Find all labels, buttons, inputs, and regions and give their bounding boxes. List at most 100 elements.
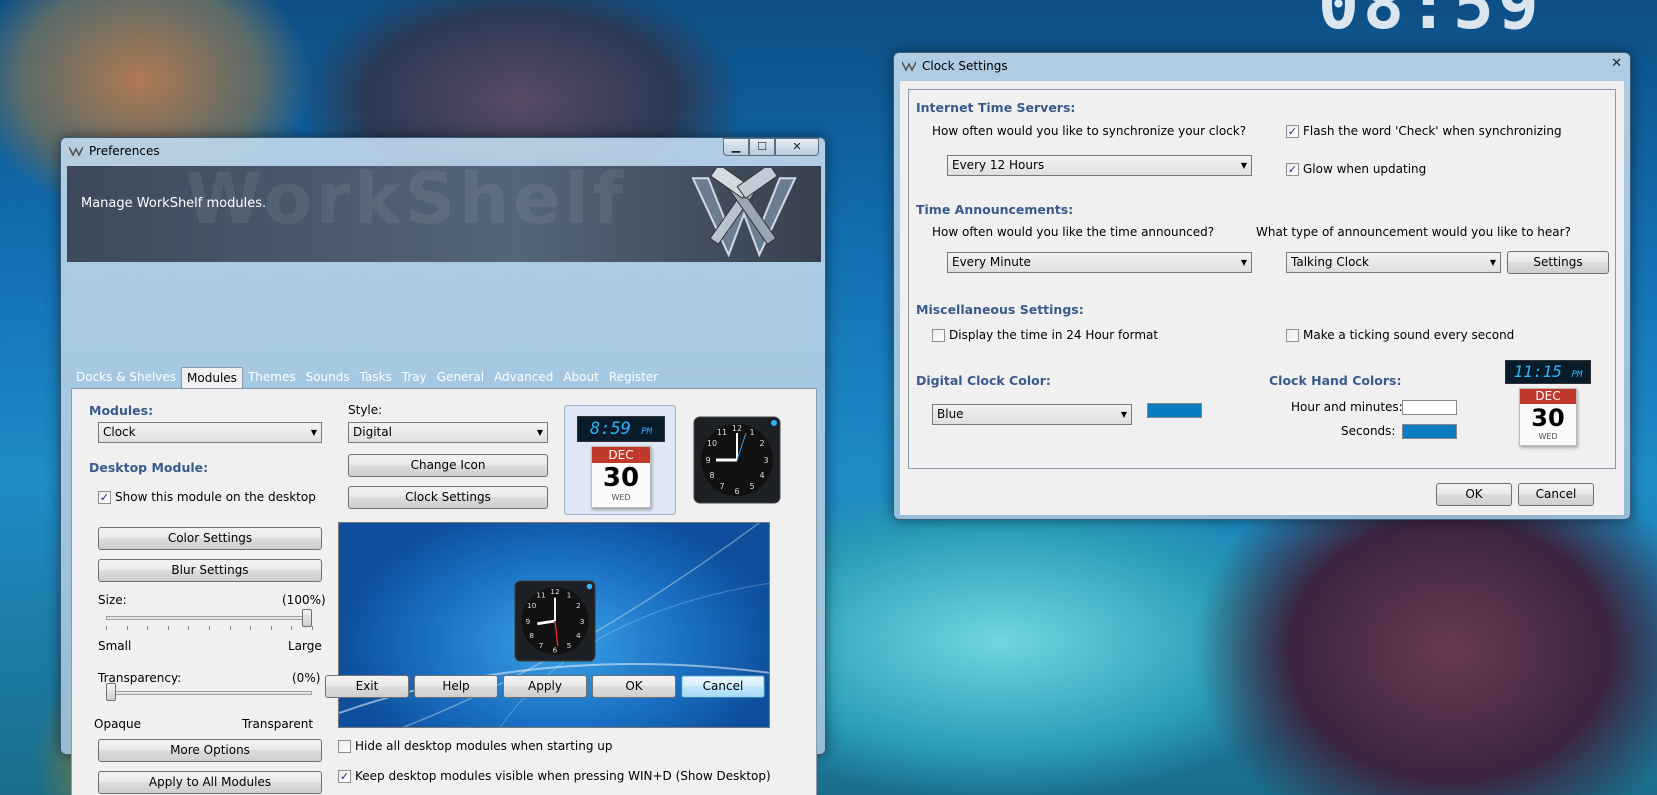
size-slider-track[interactable] <box>106 616 312 620</box>
help-button[interactable]: Help <box>414 675 498 698</box>
announce-type-select[interactable]: Talking Clock ▼ <box>1286 252 1501 273</box>
more-options-button[interactable]: More Options <box>98 739 322 762</box>
clock-cancel-button[interactable]: Cancel <box>1518 483 1594 506</box>
transparency-slider-thumb[interactable] <box>106 683 116 701</box>
tab-modules[interactable]: Modules <box>181 367 243 389</box>
digital-clock-color-heading: Digital Clock Color: <box>916 373 1051 388</box>
apply-button[interactable]: Apply <box>503 675 587 698</box>
color-settings-button[interactable]: Color Settings <box>98 527 322 550</box>
hour-minutes-label: Hour and minutes: <box>1291 400 1403 414</box>
clock-hand-colors-heading: Clock Hand Colors: <box>1269 373 1402 388</box>
seconds-swatch[interactable] <box>1402 424 1457 439</box>
svg-text:7: 7 <box>539 641 544 650</box>
flash-check-checkbox[interactable]: ✓ Flash the word 'Check' when synchronizi… <box>1286 124 1562 138</box>
calendar-day: 30 <box>602 463 640 493</box>
preferences-header: WorkShelf Manage WorkShelf modules. <box>67 166 821 262</box>
modules-panel: Modules: Clock ▼ Desktop Module: ✓ Show th… <box>71 388 817 795</box>
tab-docks-shelves[interactable]: Docks & Shelves <box>71 367 181 388</box>
blur-settings-button[interactable]: Blur Settings <box>98 559 322 582</box>
tab-register[interactable]: Register <box>604 367 663 388</box>
transparency-slider-track[interactable] <box>106 691 312 695</box>
digital-color-swatch[interactable] <box>1147 403 1202 418</box>
announce-frequency-value: Every Minute <box>952 255 1031 269</box>
maximize-button[interactable]: ☐ <box>749 138 775 156</box>
size-slider-ticks <box>106 626 313 630</box>
apply-all-modules-button[interactable]: Apply to All Modules <box>98 771 322 794</box>
svg-text:11: 11 <box>717 428 727 437</box>
tab-tray[interactable]: Tray <box>397 367 432 388</box>
analog-clock-icon[interactable]: 12 12 3 45 6 78 9 1011 <box>692 415 782 505</box>
chevron-down-icon: ▼ <box>1240 161 1247 170</box>
cancel-button[interactable]: Cancel <box>681 675 765 698</box>
calendar-weekday: WED <box>611 493 631 502</box>
announce-frequency-select[interactable]: Every Minute ▼ <box>947 252 1252 273</box>
caption-buttons: ▁ ☐ ✕ <box>723 138 819 156</box>
keep-visible-checkbox[interactable]: ✓ Keep desktop modules visible when press… <box>338 769 771 783</box>
clock-settings-titlebar[interactable]: Clock Settings <box>894 53 1630 79</box>
workshelf-app-icon <box>69 146 83 157</box>
style-select-value: Digital <box>353 425 392 439</box>
tab-tasks[interactable]: Tasks <box>355 367 397 388</box>
show-on-desktop-checkbox[interactable]: ✓ Show this module on the desktop <box>98 490 316 504</box>
tab-themes[interactable]: Themes <box>243 367 301 388</box>
svg-text:8: 8 <box>709 471 714 480</box>
flash-check-label: Flash the word 'Check' when synchronizin… <box>1303 124 1562 138</box>
tab-about[interactable]: About <box>558 367 603 388</box>
checkbox-checked[interactable]: ✓ <box>98 490 111 504</box>
svg-text:9: 9 <box>526 617 531 626</box>
checkbox-unchecked[interactable] <box>1286 328 1299 342</box>
tab-advanced[interactable]: Advanced <box>489 367 558 388</box>
header-text: Manage WorkShelf modules. <box>81 196 267 211</box>
svg-text:4: 4 <box>759 471 764 480</box>
modules-select[interactable]: Clock ▼ <box>98 422 322 443</box>
hour-minutes-swatch[interactable] <box>1402 400 1457 415</box>
svg-text:1: 1 <box>749 428 754 437</box>
svg-text:2: 2 <box>759 439 764 448</box>
checkbox-checked[interactable]: ✓ <box>338 769 351 783</box>
digital-display: 8:59 PM <box>577 416 665 442</box>
digital-time: 11:15 <box>1513 362 1562 381</box>
svg-text:8: 8 <box>529 631 534 640</box>
glow-updating-checkbox[interactable]: ✓ Glow when updating <box>1286 162 1426 176</box>
clock-settings-close-button[interactable]: ✕ <box>1611 56 1622 71</box>
clock-settings-button[interactable]: Clock Settings <box>348 486 548 509</box>
announcement-settings-button[interactable]: Settings <box>1507 251 1609 274</box>
chevron-down-icon: ▼ <box>1489 258 1496 267</box>
svg-text:3: 3 <box>763 456 768 465</box>
digital-color-select[interactable]: Blue ▼ <box>932 404 1132 425</box>
calendar-day: 30 <box>1531 404 1565 432</box>
size-label: Size: <box>98 593 127 607</box>
announce-type-question: What type of announcement would you like… <box>1256 225 1571 239</box>
minimize-button[interactable]: ▁ <box>723 138 749 156</box>
clock-settings-title: Clock Settings <box>922 59 1008 73</box>
ticking-sound-label: Make a ticking sound every second <box>1303 328 1515 342</box>
size-slider-thumb[interactable] <box>302 609 312 627</box>
keep-visible-label: Keep desktop modules visible when pressi… <box>355 769 771 783</box>
change-icon-button[interactable]: Change Icon <box>348 454 548 477</box>
checkbox-checked[interactable]: ✓ <box>1286 162 1299 176</box>
chevron-down-icon: ▼ <box>1120 410 1127 419</box>
ticking-sound-checkbox[interactable]: Make a ticking sound every second <box>1286 328 1514 342</box>
clock-ok-button[interactable]: OK <box>1436 483 1512 506</box>
close-button[interactable]: ✕ <box>775 138 819 156</box>
chevron-down-icon: ▼ <box>536 428 543 437</box>
svg-text:1: 1 <box>567 591 572 600</box>
preferences-titlebar[interactable]: Preferences <box>61 138 825 164</box>
modules-select-value: Clock <box>103 425 136 439</box>
hide-modules-checkbox[interactable]: Hide all desktop modules when starting u… <box>338 739 613 753</box>
tab-general[interactable]: General <box>432 367 489 388</box>
exit-button[interactable]: Exit <box>325 675 409 698</box>
tab-sounds[interactable]: Sounds <box>301 367 355 388</box>
calendar-icon: DEC 30 WED <box>591 446 651 508</box>
ok-button[interactable]: OK <box>592 675 676 698</box>
sync-frequency-select[interactable]: Every 12 Hours ▼ <box>947 155 1252 176</box>
clock-settings-icon-preview: 11:15 PM DEC 30 WED <box>1501 360 1601 456</box>
checkbox-unchecked[interactable] <box>932 328 945 342</box>
style-select[interactable]: Digital ▼ <box>348 422 548 443</box>
checkbox-checked[interactable]: ✓ <box>1286 124 1299 138</box>
svg-text:4: 4 <box>576 631 581 640</box>
display-24h-checkbox[interactable]: Display the time in 24 Hour format <box>932 328 1158 342</box>
checkbox-unchecked[interactable] <box>338 739 351 753</box>
digital-ampm: PM <box>641 427 653 437</box>
digital-icon-preview[interactable]: 8:59 PM DEC 30 WED <box>564 405 676 515</box>
